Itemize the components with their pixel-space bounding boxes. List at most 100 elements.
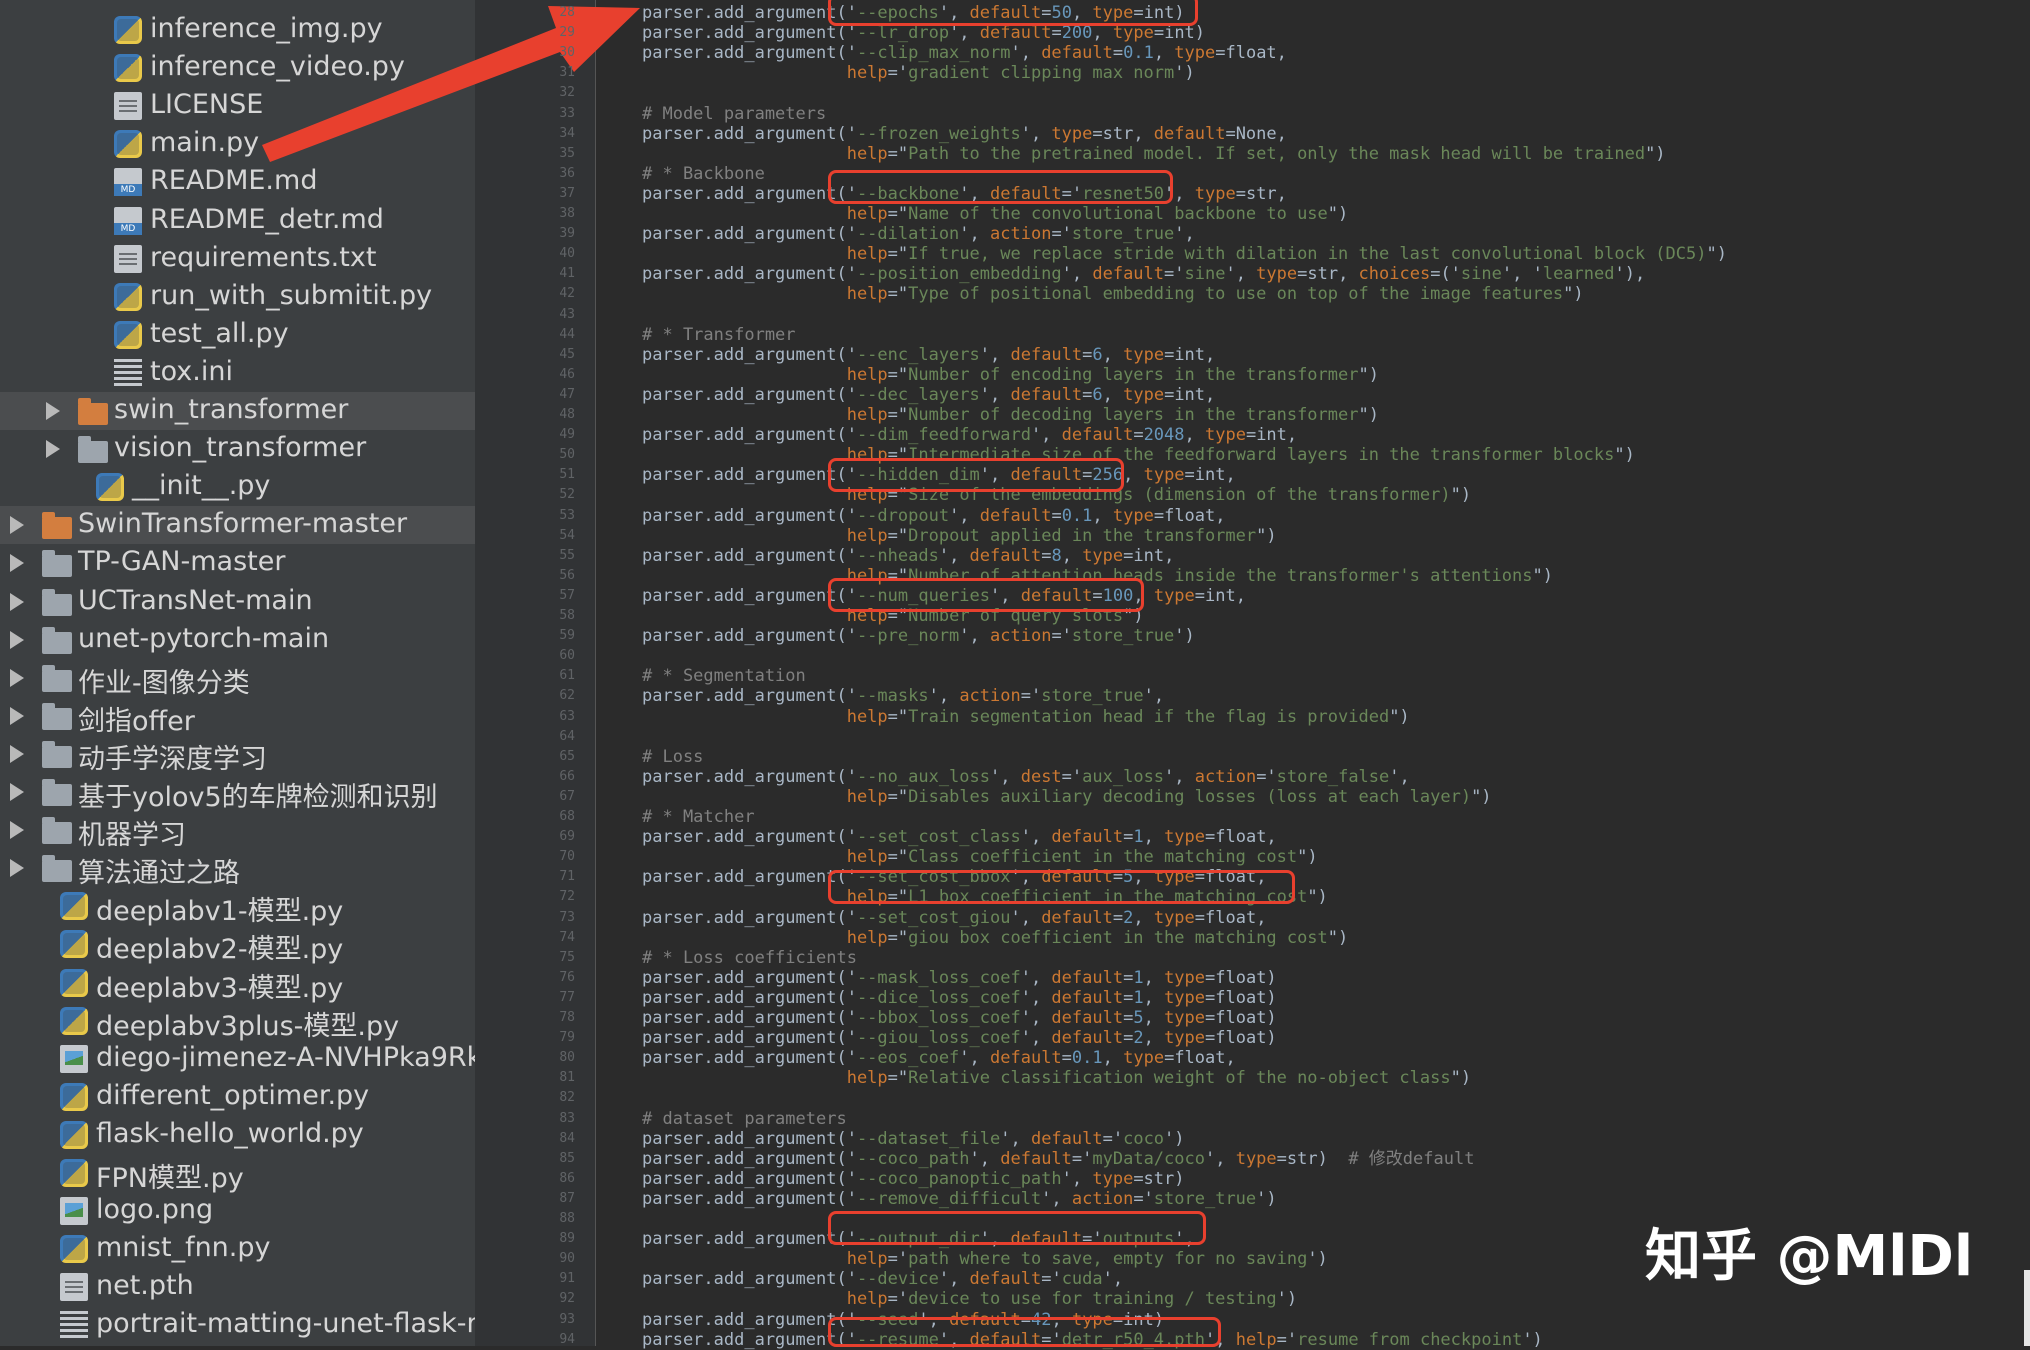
expand-arrow-icon[interactable] (10, 592, 24, 611)
code-line[interactable]: # Loss (642, 747, 703, 767)
code-line[interactable]: # dataset parameters (642, 1109, 847, 1129)
tree-item[interactable]: README.md (0, 163, 475, 201)
expand-arrow-icon[interactable] (10, 783, 24, 801)
code-line[interactable]: help="Train segmentation head if the fla… (642, 707, 1410, 727)
code-line[interactable]: # * Matcher (642, 807, 755, 827)
tree-item[interactable]: logo.png (0, 1192, 475, 1230)
highlight-box-annotation (828, 1317, 1221, 1347)
code-line[interactable]: help="Dropout applied in the transformer… (642, 526, 1277, 546)
code-line[interactable]: help='gradient clipping max norm') (642, 63, 1195, 83)
code-line[interactable]: parser.add_argument('--eos_coef', defaul… (642, 1048, 1236, 1068)
code-line[interactable]: parser.add_argument('--set_cost_giou', d… (642, 908, 1266, 928)
code-line[interactable]: parser.add_argument('--coco_path', defau… (642, 1149, 1474, 1169)
code-line[interactable]: # * Transformer (642, 325, 796, 345)
code-line[interactable]: parser.add_argument('--dropout', default… (642, 506, 1226, 526)
tree-item[interactable]: swin_transformer (0, 392, 475, 430)
code-line[interactable]: # Model parameters (642, 104, 826, 124)
expand-arrow-icon[interactable] (10, 630, 24, 649)
code-line[interactable]: help="If true, we replace stride with di… (642, 244, 1727, 264)
code-line[interactable]: parser.add_argument('--dice_loss_coef', … (642, 988, 1277, 1008)
tree-item[interactable]: SwinTransformer-master (0, 506, 475, 545)
tree-item[interactable]: __init__.py (0, 468, 475, 506)
code-line[interactable]: parser.add_argument('--no_aux_loss', des… (642, 767, 1410, 787)
code-line[interactable]: parser.add_argument('--device', default=… (642, 1269, 1123, 1289)
code-line[interactable]: parser.add_argument('--bbox_loss_coef', … (642, 1008, 1277, 1028)
tree-item[interactable]: test_all.py (0, 316, 475, 354)
tree-item[interactable]: deeplabv3plus-模型.py (0, 1002, 475, 1042)
code-line[interactable]: help="Class coefficient in the matching … (642, 847, 1318, 867)
code-line[interactable]: parser.add_argument('--dec_layers', defa… (642, 385, 1215, 405)
tree-item[interactable]: inference_video.py (0, 49, 475, 87)
tree-item[interactable]: deeplabv1-模型.py (0, 887, 475, 927)
tree-item[interactable]: portrait-matting-unet-flask-m (0, 1306, 475, 1344)
tree-item[interactable]: TP-GAN-master (0, 544, 475, 582)
code-line[interactable]: parser.add_argument('--mask_loss_coef', … (642, 968, 1277, 988)
tree-item[interactable]: deeplabv3-模型.py (0, 964, 475, 1004)
code-line[interactable]: help="Number of decoding layers in the t… (642, 405, 1379, 425)
tree-item[interactable]: unet-pytorch-main (0, 621, 475, 659)
tree-item[interactable]: flask-hello_world.py (0, 1116, 475, 1154)
expand-arrow-icon[interactable] (10, 668, 24, 687)
tree-item[interactable]: inference_img.py (0, 11, 475, 49)
expand-arrow-icon[interactable] (10, 744, 24, 763)
expand-arrow-icon[interactable] (46, 440, 60, 459)
code-line[interactable]: help="Name of the convolutional backbone… (642, 204, 1349, 224)
tree-item[interactable]: 机器学习 (0, 811, 475, 851)
code-line[interactable]: # * Segmentation (642, 666, 806, 686)
code-line[interactable]: help="Number of encoding layers in the t… (642, 365, 1379, 385)
line-number: 52 (559, 487, 575, 503)
tree-item[interactable]: different_optimer.py (0, 1078, 475, 1116)
tree-item[interactable]: vision_transformer (0, 430, 475, 468)
code-line[interactable]: help="Disables auxiliary decoding losses… (642, 787, 1492, 807)
code-line[interactable]: parser.add_argument('--remove_difficult'… (642, 1189, 1277, 1209)
code-line[interactable]: parser.add_argument('--nheads', default=… (642, 546, 1174, 566)
code-line[interactable]: help="Path to the pretrained model. If s… (642, 144, 1666, 164)
tree-item[interactable]: FPN模型.py (0, 1154, 475, 1194)
expand-arrow-icon[interactable] (10, 554, 24, 573)
tree-item[interactable]: run_with_submitit.py (0, 278, 475, 316)
code-line[interactable]: help="Relative classification weight of … (642, 1068, 1471, 1088)
code-line[interactable]: help="Intermediate size of the feedforwa… (642, 445, 1635, 465)
tree-item[interactable]: 算法通过之路 (0, 849, 475, 890)
code-line[interactable]: parser.add_argument('--masks', action='s… (642, 686, 1164, 706)
expand-arrow-icon[interactable] (10, 516, 24, 535)
code-line[interactable]: parser.add_argument('--clip_max_norm', d… (642, 43, 1287, 63)
code-line[interactable]: # * Backbone (642, 164, 765, 184)
tree-item[interactable]: mnist_fnn.py (0, 1230, 475, 1268)
code-line[interactable]: parser.add_argument('--enc_layers', defa… (642, 345, 1215, 365)
code-line[interactable]: parser.add_argument('--set_cost_class', … (642, 827, 1277, 847)
tree-item[interactable]: requirements.txt (0, 240, 475, 278)
tree-item[interactable]: main.py (0, 125, 475, 163)
tree-item[interactable]: tox.ini (0, 354, 475, 392)
code-line[interactable]: # * Loss coefficients (642, 948, 857, 968)
code-line[interactable]: parser.add_argument('--coco_panoptic_pat… (642, 1169, 1185, 1189)
tree-item-label: 算法通过之路 (78, 858, 240, 890)
tree-item[interactable]: LICENSE (0, 87, 475, 125)
code-line[interactable]: parser.add_argument('--lr_drop', default… (642, 23, 1205, 43)
code-line[interactable]: parser.add_argument('--frozen_weights', … (642, 124, 1287, 144)
code-line[interactable]: parser.add_argument('--position_embeddin… (642, 264, 1645, 284)
tree-item[interactable]: 作业-图像分类 (0, 659, 475, 699)
tree-item[interactable]: 基于yolov5的车牌检测和识别 (0, 773, 475, 813)
expand-arrow-icon[interactable] (10, 859, 24, 878)
code-line[interactable]: help="Type of positional embedding to us… (642, 284, 1584, 304)
tree-item[interactable]: README_detr.md (0, 202, 475, 240)
code-line[interactable]: parser.add_argument('--dilation', action… (642, 224, 1195, 244)
code-line[interactable]: parser.add_argument('--giou_loss_coef', … (642, 1028, 1277, 1048)
tree-item[interactable]: diego-jimenez-A-NVHPka9Rk- (0, 1040, 475, 1078)
code-line[interactable]: parser.add_argument('--dim_feedforward',… (642, 425, 1297, 445)
code-line[interactable]: help="giou box coefficient in the matchi… (642, 928, 1349, 948)
tree-item[interactable]: deeplabv2-模型.py (0, 925, 475, 965)
expand-arrow-icon[interactable] (46, 402, 60, 420)
code-line[interactable]: help='device to use for training / testi… (642, 1289, 1297, 1309)
code-line[interactable]: help='path where to save, empty for no s… (642, 1249, 1328, 1269)
expand-arrow-icon[interactable] (10, 821, 24, 840)
expand-arrow-icon[interactable] (10, 706, 24, 725)
tree-item[interactable]: 剑指offer (0, 697, 475, 737)
tree-item[interactable]: net.pth (0, 1268, 475, 1306)
code-line[interactable]: parser.add_argument('--pre_norm', action… (642, 626, 1195, 646)
tree-item[interactable]: 动手学深度学习 (0, 735, 475, 775)
tree-item[interactable]: UCTransNet-main (0, 583, 475, 621)
code-line[interactable]: parser.add_argument('--dataset_file', de… (642, 1129, 1185, 1149)
